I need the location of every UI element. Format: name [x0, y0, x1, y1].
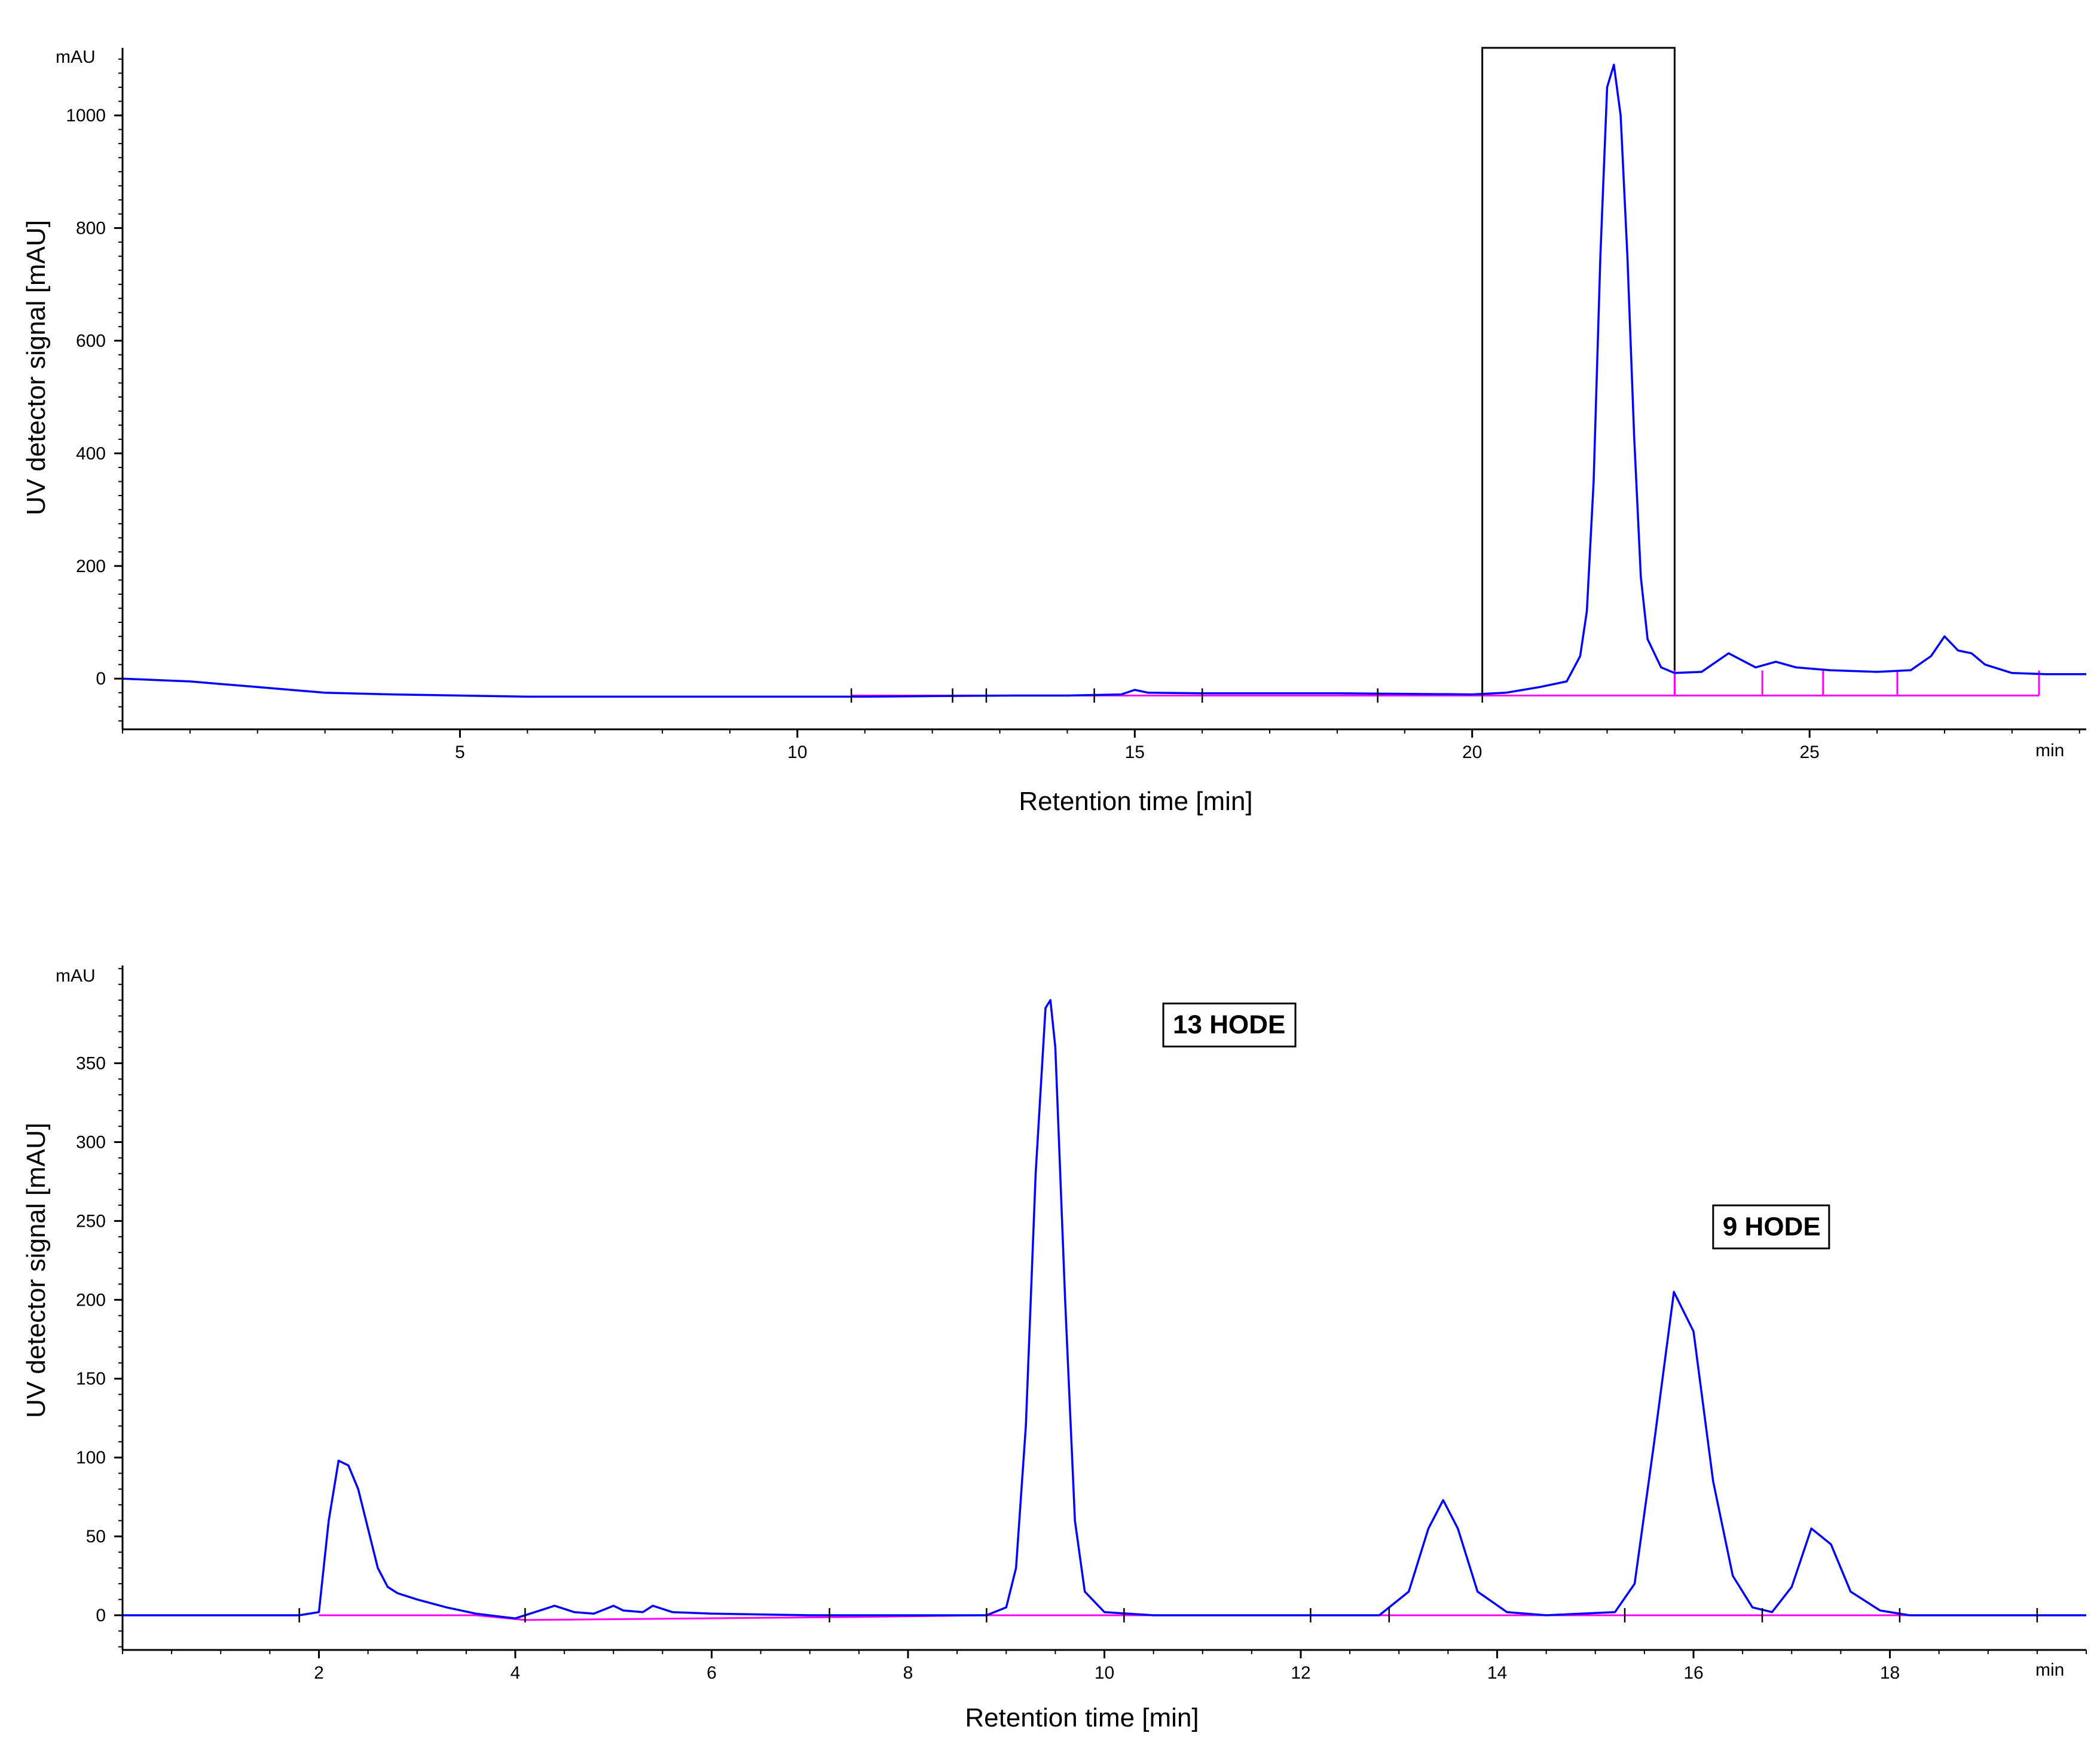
- peak-annotation-label: 9 HODE: [1723, 1212, 1821, 1241]
- bottom-signal-trace: [123, 999, 2086, 1619]
- chart-top: 5 10 15 20 25 0 200 400 600 800 1000 mAU min Reten…: [22, 47, 2086, 816]
- peak-highlight-box: [1481, 47, 1676, 696]
- bottom-x-tick-label: 12: [1291, 1663, 1310, 1683]
- top-x-tick-label: 5: [455, 742, 465, 762]
- bottom-y-tick-label: 50: [86, 1527, 106, 1547]
- top-x-unit-label: min: [2035, 741, 2064, 760]
- chart-bottom: 2 4 6 8 10 12 14 16 18 0 50 100 150 200 250 300 350 13 H…: [22, 965, 2087, 1732]
- bottom-x-axis-title: Retention time [min]: [965, 1703, 1199, 1732]
- bottom-axes: 2 4 6 8 10 12 14 16 18 0 50 100 150 200 250 300 350: [76, 965, 2087, 1683]
- bottom-y-tick-label: 150: [76, 1369, 106, 1389]
- top-y-tick-label: 200: [76, 557, 106, 576]
- bottom-baseline-layer: [319, 1614, 1949, 1621]
- chromatogram-figure: 5 10 15 20 2502004006008001000 mAU min Reten…: [22, 47, 2087, 1732]
- top-highlight-box-layer: [1481, 47, 1676, 696]
- bottom-x-tick-label: 10: [1095, 1663, 1114, 1683]
- bottom-y-unit-label: mAU: [56, 966, 96, 986]
- top-x-tick-label: 15: [1125, 742, 1145, 762]
- bottom-x-tick-label: 2: [314, 1663, 324, 1683]
- bottom-signal-layer: [123, 999, 2086, 1622]
- top-y-unit-label: mAU: [56, 47, 96, 67]
- bottom-x-tick-label: 18: [1880, 1663, 1900, 1683]
- top-x-axis-title: Retention time [min]: [1019, 787, 1252, 816]
- bottom-y-tick-label: 100: [76, 1448, 106, 1468]
- bottom-y-tick-label: 0: [96, 1606, 106, 1625]
- top-signal-layer: [122, 63, 2086, 703]
- bottom-y-tick-label: 300: [76, 1132, 106, 1152]
- bottom-x-tick-label: 14: [1487, 1663, 1507, 1683]
- bottom-x-tick-label: 4: [511, 1663, 521, 1683]
- top-y-axis-title: UV detector signal [mAU]: [22, 220, 51, 515]
- peak-annotation: 13 HODE: [1162, 1003, 1297, 1048]
- bottom-x-tick-label: 16: [1683, 1663, 1703, 1683]
- bottom-baseline-trace: [319, 1614, 1949, 1621]
- peak-annotation: 9 HODE: [1712, 1204, 1830, 1249]
- bottom-x-unit-label: min: [2035, 1660, 2064, 1680]
- top-x-tick-label: 10: [787, 742, 807, 762]
- bottom-y-tick-label: 250: [76, 1211, 106, 1231]
- top-x-tick-label: 25: [1799, 742, 1819, 762]
- bottom-y-tick-label: 350: [76, 1054, 106, 1074]
- top-y-tick-label: 800: [76, 218, 106, 238]
- top-x-tick-label: 20: [1462, 742, 1482, 762]
- bottom-x-tick-label: 8: [903, 1663, 913, 1683]
- peak-annotation-label: 13 HODE: [1173, 1010, 1285, 1040]
- top-signal-trace: [122, 63, 2086, 698]
- top-y-tick-label: 1000: [66, 106, 106, 126]
- top-y-tick-label: 400: [76, 444, 106, 463]
- top-y-tick-label: 600: [76, 331, 106, 351]
- bottom-x-tick-label: 6: [707, 1663, 717, 1683]
- bottom-y-axis-title: UV detector signal [mAU]: [22, 1123, 51, 1418]
- bottom-annotations: 13 HODE 9 HODE: [1162, 1003, 1830, 1249]
- top-y-tick-label: 0: [96, 669, 106, 689]
- bottom-y-tick-label: 200: [76, 1290, 106, 1310]
- top-baseline-layer: [851, 670, 2040, 696]
- top-axes: 5 10 15 20 25 0 200 400 600 800 1000: [66, 48, 2086, 762]
